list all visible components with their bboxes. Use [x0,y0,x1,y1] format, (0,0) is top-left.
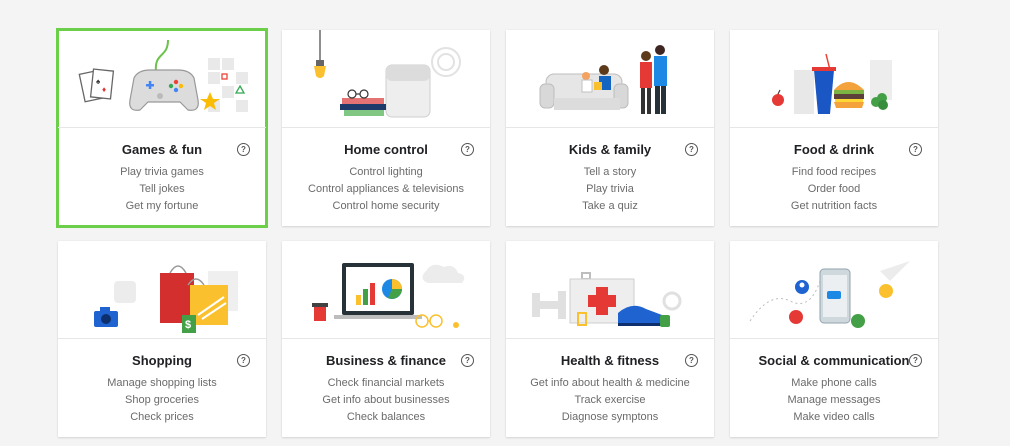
category-card-health-fitness[interactable]: Health & fitness ? Get info about health… [506,241,714,437]
svg-text:$: $ [185,319,191,331]
laptop-charts-illustration [282,241,490,339]
game-controller-illustration: ♠ ♦ [58,30,266,128]
category-title: Home control [344,142,428,157]
category-card-kids-family[interactable]: Kids & family ? Tell a story Play trivia… [506,30,714,226]
example-query: Control appliances & televisions [308,183,464,195]
example-query: Control home security [332,200,440,212]
category-card-food-drink[interactable]: Food & drink ? Find food recipes Order f… [730,30,938,226]
example-query: Control lighting [349,166,423,178]
example-query: Find food recipes [791,166,877,178]
family-couch-illustration [506,30,714,128]
example-query: Manage shopping lists [107,377,217,389]
example-query: Shop groceries [125,394,199,406]
question-circle-icon[interactable]: ? [461,354,474,367]
example-query: Take a quiz [582,200,638,212]
example-query: Make phone calls [791,377,877,389]
category-card-business-finance[interactable]: Business & finance ? Check financial mar… [282,241,490,437]
first-aid-sneaker-illustration [506,241,714,339]
category-title: Games & fun [121,142,203,157]
question-circle-icon[interactable]: ? [461,143,474,156]
category-title: Business & finance [326,353,446,368]
question-circle-icon[interactable]: ? [909,354,922,367]
example-query: Get nutrition facts [790,200,878,212]
svg-text:♦: ♦ [102,85,106,94]
question-circle-icon[interactable]: ? [237,143,250,156]
example-query: Order food [807,183,861,195]
example-query: Check financial markets [327,377,445,389]
category-title: Health & fitness [560,353,660,368]
phone-messages-illustration [730,241,938,339]
question-circle-icon[interactable]: ? [237,354,250,367]
category-title: Social & communication [758,353,910,368]
question-circle-icon[interactable]: ? [685,143,698,156]
example-query: Check balances [346,411,426,423]
example-query: Play trivia [586,183,634,195]
category-title: Kids & family [568,142,652,157]
example-query: Track exercise [574,394,646,406]
example-query: Make video calls [793,411,875,423]
example-query: Play trivia games [120,166,204,178]
category-card-social-communication[interactable]: Social & communication ? Make phone call… [730,241,938,437]
category-card-shopping[interactable]: $ Shopping ? Manage shopping lists Shop … [58,241,266,437]
question-circle-icon[interactable]: ? [685,354,698,367]
question-circle-icon[interactable]: ? [909,143,922,156]
burger-drink-illustration [730,30,938,128]
category-card-games-fun[interactable]: ♠ ♦ Games & fun ? Play trivia games Tell… [56,28,268,228]
category-title: Food & drink [793,142,875,157]
category-title: Shopping [132,353,192,368]
shopping-bags-illustration: $ [58,241,266,339]
category-grid: ♠ ♦ Games & fun ? Play trivia games Tell… [56,28,938,437]
example-query: Check prices [130,411,194,423]
example-query: Diagnose symptons [561,411,659,423]
category-card-home-control[interactable]: Home control ? Control lighting Control … [282,30,490,226]
example-query: Manage messages [787,394,881,406]
smart-speaker-illustration [282,30,490,128]
example-query: Tell a story [583,166,637,178]
example-query: Get info about businesses [322,394,450,406]
example-query: Get info about health & medicine [530,377,690,389]
example-query: Get my fortune [125,200,199,212]
example-query: Tell jokes [139,183,185,195]
